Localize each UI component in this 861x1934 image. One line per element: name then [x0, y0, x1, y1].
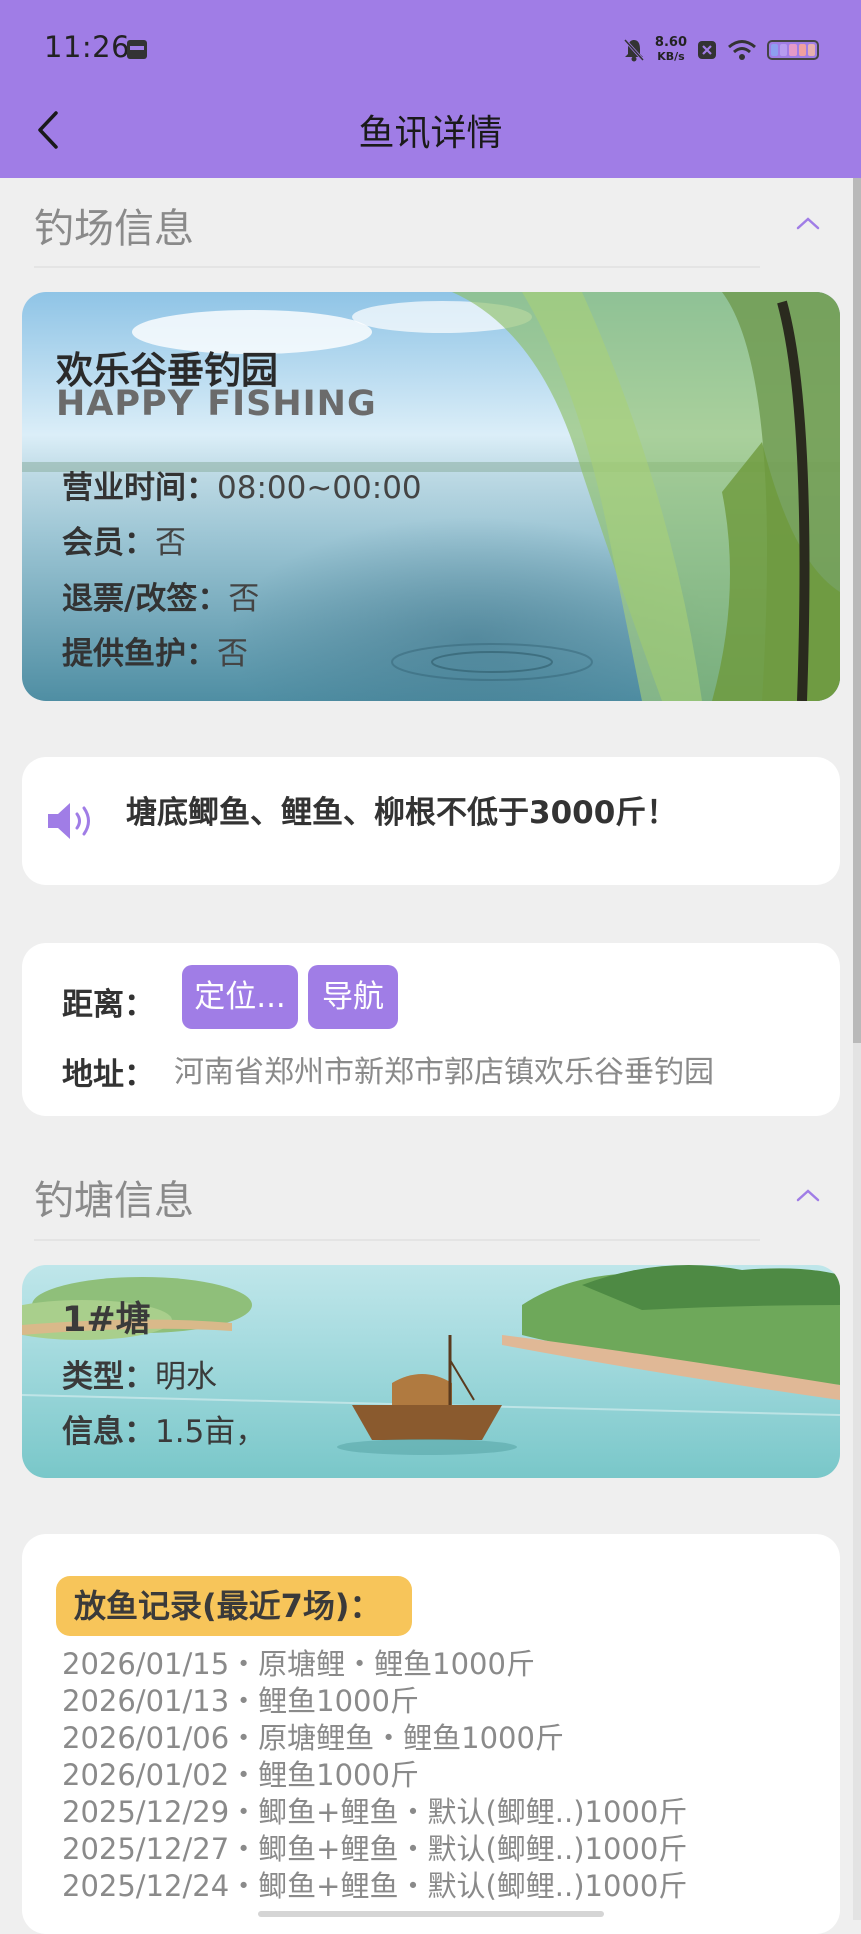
refund-label: 退票/改签： — [62, 581, 229, 617]
list-item: 2026/01/02・鲤鱼1000斤 — [62, 1758, 419, 1792]
mute-bell-icon — [623, 38, 645, 62]
speaker-icon — [48, 803, 90, 839]
scrollbar-thumb[interactable] — [853, 178, 861, 1043]
hours-row: 营业时间：08:00~00:00 — [62, 462, 422, 507]
list-item: 2025/12/29・鲫鱼+鲤鱼・默认(鲫鲤..)1000斤 — [62, 1795, 688, 1829]
network-speed: 8.60 KB/s — [655, 36, 687, 64]
member-label: 会员： — [62, 525, 155, 561]
pond-type-label: 类型： — [62, 1359, 155, 1395]
section-divider — [34, 1239, 760, 1241]
network-speed-unit: KB/s — [657, 50, 685, 63]
venue-info-card: 欢乐谷垂钓园 HAPPY FISHING 营业时间：08:00~00:00 会员… — [22, 292, 840, 701]
member-row: 会员：否 — [62, 517, 186, 562]
refund-row: 退票/改签：否 — [62, 573, 259, 618]
fish-care-value: 否 — [217, 636, 248, 672]
notice-card: 塘底鲫鱼、鲤鱼、柳根不低于3000斤！ — [22, 757, 840, 885]
page-title: 鱼讯详情 — [358, 113, 503, 154]
status-icons: 8.60 KB/s — [623, 34, 819, 66]
section-divider — [34, 266, 760, 268]
distance-label: 距离： — [62, 987, 155, 1023]
pond-section-title: 钓塘信息 — [34, 1178, 194, 1224]
pond-info-label: 信息： — [62, 1414, 155, 1450]
location-card: 距离： 定位... 导航 地址： 河南省郑州市新郑市郭店镇欢乐谷垂钓园 — [22, 943, 840, 1116]
list-item: 2026/01/06・原塘鲤鱼・鲤鱼1000斤 — [62, 1721, 564, 1755]
notice-text: 塘底鲫鱼、鲤鱼、柳根不低于3000斤！ — [126, 795, 678, 831]
pond-card[interactable]: 1#塘 类型：明水 信息：1.5亩， — [22, 1265, 840, 1478]
sim-blocked-icon — [698, 41, 716, 59]
collapse-chevron-up-icon[interactable] — [795, 1187, 821, 1203]
list-item: 2025/12/27・鲫鱼+鲤鱼・默认(鲫鲤..)1000斤 — [62, 1832, 688, 1866]
pond-info-value: 1.5亩， — [155, 1414, 267, 1450]
pond-type-value: 明水 — [155, 1359, 217, 1395]
pond-type-row: 类型：明水 — [62, 1351, 217, 1396]
release-records-title: 放鱼记录(最近7场)： — [56, 1576, 412, 1636]
venue-section-title: 钓场信息 — [34, 206, 194, 252]
network-speed-value: 8.60 — [654, 35, 687, 50]
fish-care-label: 提供鱼护： — [62, 636, 217, 672]
collapse-chevron-up-icon[interactable] — [795, 215, 821, 231]
calendar-notification-icon — [127, 40, 147, 59]
pond-name: 1#塘 — [62, 1300, 151, 1340]
wifi-icon — [728, 40, 756, 60]
hours-value: 08:00~00:00 — [217, 470, 422, 506]
venue-english-name: HAPPY FISHING — [56, 384, 377, 424]
home-indicator[interactable] — [258, 1911, 604, 1917]
address-label: 地址： — [62, 1057, 155, 1093]
top-app-bar: 11:26 8.60 KB/s 鱼讯详情 — [0, 0, 861, 178]
release-records-card: 放鱼记录(最近7场)： 2026/01/15・原塘鲤・鲤鱼1000斤 2026/… — [22, 1534, 840, 1934]
list-item: 2026/01/13・鲤鱼1000斤 — [62, 1684, 419, 1718]
refund-value: 否 — [228, 581, 260, 617]
navigate-button[interactable]: 导航 — [308, 965, 398, 1029]
list-item: 2026/01/15・原塘鲤・鲤鱼1000斤 — [62, 1647, 535, 1681]
fish-care-row: 提供鱼护：否 — [62, 628, 248, 673]
address-value: 河南省郑州市新郑市郭店镇欢乐谷垂钓园 — [174, 1055, 714, 1090]
member-value: 否 — [155, 525, 186, 561]
release-records-list: 2026/01/15・原塘鲤・鲤鱼1000斤 2026/01/13・鲤鱼1000… — [62, 1646, 687, 1905]
pond-info-row: 信息：1.5亩， — [62, 1406, 266, 1451]
status-time: 11:26 — [44, 30, 131, 64]
battery-icon — [767, 40, 819, 60]
list-item: 2025/12/24・鲫鱼+鲤鱼・默认(鲫鲤..)1000斤 — [62, 1869, 688, 1903]
hours-label: 营业时间： — [62, 470, 217, 506]
locate-button[interactable]: 定位... — [182, 965, 298, 1029]
